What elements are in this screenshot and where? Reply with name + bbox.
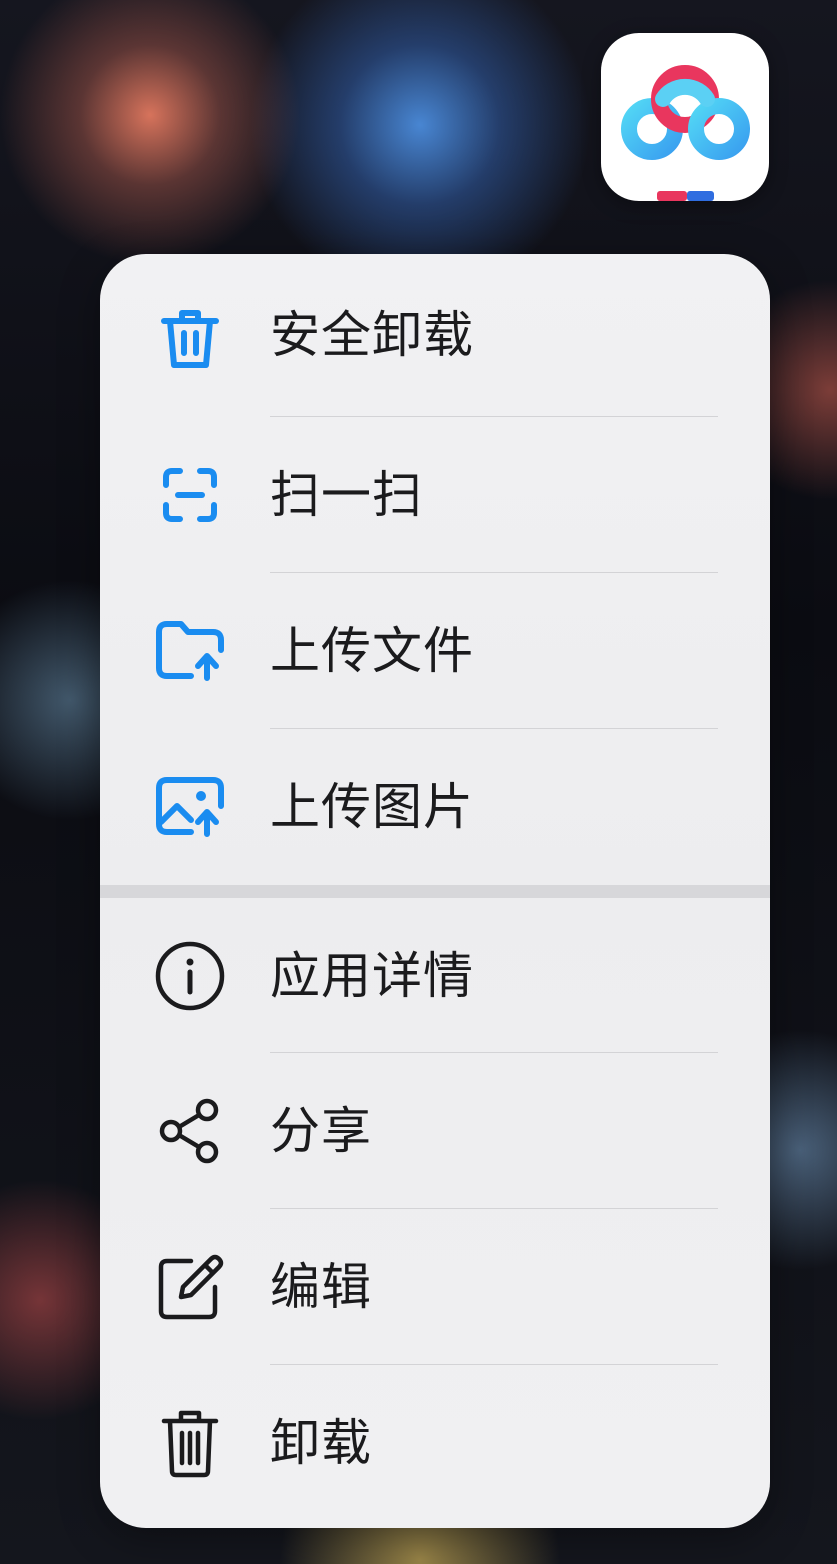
menu-item-label: 应用详情 [270, 947, 474, 1005]
menu-item-app-info[interactable]: 应用详情 [100, 898, 770, 1053]
scan-icon [150, 459, 230, 531]
menu-item-uninstall[interactable]: 卸载 [100, 1365, 770, 1521]
menu-item-upload-file[interactable]: 上传文件 [100, 573, 770, 729]
baidu-netdisk-logo-icon [621, 65, 750, 201]
menu-item-scan[interactable]: 扫一扫 [100, 417, 770, 573]
app-icon[interactable] [601, 33, 769, 201]
menu-item-share[interactable]: 分享 [100, 1053, 770, 1209]
menu-item-edit[interactable]: 编辑 [100, 1209, 770, 1365]
share-icon [150, 1095, 230, 1167]
menu-item-label: 上传图片 [270, 778, 474, 836]
folder-upload-icon [150, 615, 230, 687]
menu-item-label: 安全卸载 [270, 306, 474, 364]
menu-item-label: 上传文件 [270, 622, 474, 680]
menu-item-upload-image[interactable]: 上传图片 [100, 729, 770, 885]
menu-item-label: 分享 [270, 1102, 372, 1160]
menu-item-safe-uninstall[interactable]: 安全卸载 [100, 254, 770, 417]
trash-icon [150, 1407, 230, 1479]
menu-group-separator [100, 885, 770, 898]
edit-icon [150, 1251, 230, 1323]
menu-item-label: 扫一扫 [270, 466, 423, 524]
trash-can-icon [150, 302, 230, 374]
menu-item-label: 卸载 [270, 1414, 372, 1472]
menu-group-app-actions: 安全卸载 扫一扫 上传文件 上传图片 [100, 254, 770, 885]
info-icon [150, 940, 230, 1012]
menu-group-system-actions: 应用详情 分享 编辑 卸载 [100, 898, 770, 1521]
menu-item-label: 编辑 [270, 1258, 372, 1316]
context-menu: 安全卸载 扫一扫 上传文件 上传图片 应用详情 分享 编辑 卸载 [100, 254, 770, 1528]
image-upload-icon [150, 771, 230, 843]
